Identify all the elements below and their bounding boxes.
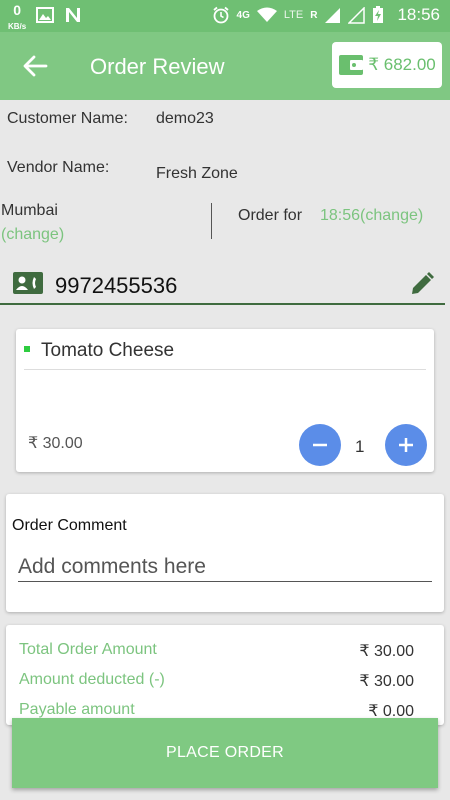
edit-pencil-icon[interactable]: [409, 271, 435, 297]
signal-icon: [325, 7, 341, 23]
amount-deducted-label: Amount deducted (-): [19, 671, 165, 688]
clock: 18:56: [397, 5, 440, 24]
phone-number: 9972455536: [55, 273, 178, 298]
network-speed-unit: KB/s: [8, 22, 27, 31]
item-quantity: 1: [355, 437, 365, 456]
order-item-card: Tomato Cheese ₹ 30.00 1: [16, 329, 434, 472]
signal-4g-label: 4G: [236, 9, 250, 21]
increase-quantity-button[interactable]: [385, 424, 427, 466]
veg-indicator-icon: [24, 346, 30, 352]
vendor-name-label: Vendor Name:: [7, 159, 110, 176]
customer-name-value: demo23: [156, 110, 214, 127]
item-divider: [24, 369, 426, 370]
signal-empty-icon: [348, 6, 366, 24]
wallet-balance-button[interactable]: ₹ 682.00: [332, 42, 442, 88]
payable-amount-label: Payable amount: [19, 701, 135, 718]
wallet-amount: ₹ 682.00: [368, 55, 436, 74]
back-arrow-icon[interactable]: [20, 52, 50, 80]
signal-lte-label: LTE: [283, 9, 304, 21]
battery-charging-icon: [373, 6, 384, 23]
order-time-change-link[interactable]: 18:56(change): [320, 207, 423, 225]
amount-deducted-value: ₹ 30.00: [359, 673, 414, 690]
roaming-label: R: [310, 9, 318, 21]
item-price: ₹ 30.00: [28, 435, 83, 452]
network-speed-value: 0: [13, 2, 22, 18]
order-totals-card: Total Order Amount ₹ 30.00 Amount deduct…: [6, 625, 444, 725]
place-order-button[interactable]: PLACE ORDER: [12, 718, 438, 788]
payable-amount-row: Payable amount ₹ 0.00: [19, 701, 424, 720]
item-name: Tomato Cheese: [41, 340, 175, 361]
total-order-amount-label: Total Order Amount: [19, 641, 157, 658]
image-icon: [36, 7, 55, 23]
order-comment-card: Order Comment: [6, 494, 444, 612]
contact-phone-icon: [13, 272, 43, 294]
n-app-icon: [66, 8, 81, 22]
divider: [211, 203, 212, 239]
phone-field[interactable]: 9972455536: [0, 265, 445, 305]
total-order-amount-row: Total Order Amount ₹ 30.00: [19, 641, 424, 660]
app-bar: Order Review ₹ 682.00: [0, 32, 450, 100]
alarm-icon: [212, 6, 229, 24]
order-for-label: Order for: [238, 207, 303, 224]
order-comment-input[interactable]: [18, 552, 432, 582]
amount-deducted-row: Amount deducted (-) ₹ 30.00: [19, 671, 424, 690]
status-bar: 0 KB/s 4G LTE R 18:56: [0, 0, 450, 32]
wallet-icon: [339, 55, 364, 75]
order-comment-label: Order Comment: [12, 517, 127, 534]
wifi-icon: [256, 7, 277, 22]
city-label: Mumbai: [1, 202, 58, 219]
plus-icon: [399, 438, 413, 452]
page-title: Order Review: [90, 54, 225, 79]
customer-name-label: Customer Name:: [7, 110, 128, 127]
city-change-link[interactable]: (change): [1, 226, 64, 244]
decrease-quantity-button[interactable]: [299, 424, 341, 466]
network-speed: 0 KB/s: [8, 3, 26, 33]
minus-icon: [313, 443, 327, 447]
total-order-amount-value: ₹ 30.00: [359, 643, 414, 660]
vendor-name-value: Fresh Zone: [156, 165, 238, 182]
